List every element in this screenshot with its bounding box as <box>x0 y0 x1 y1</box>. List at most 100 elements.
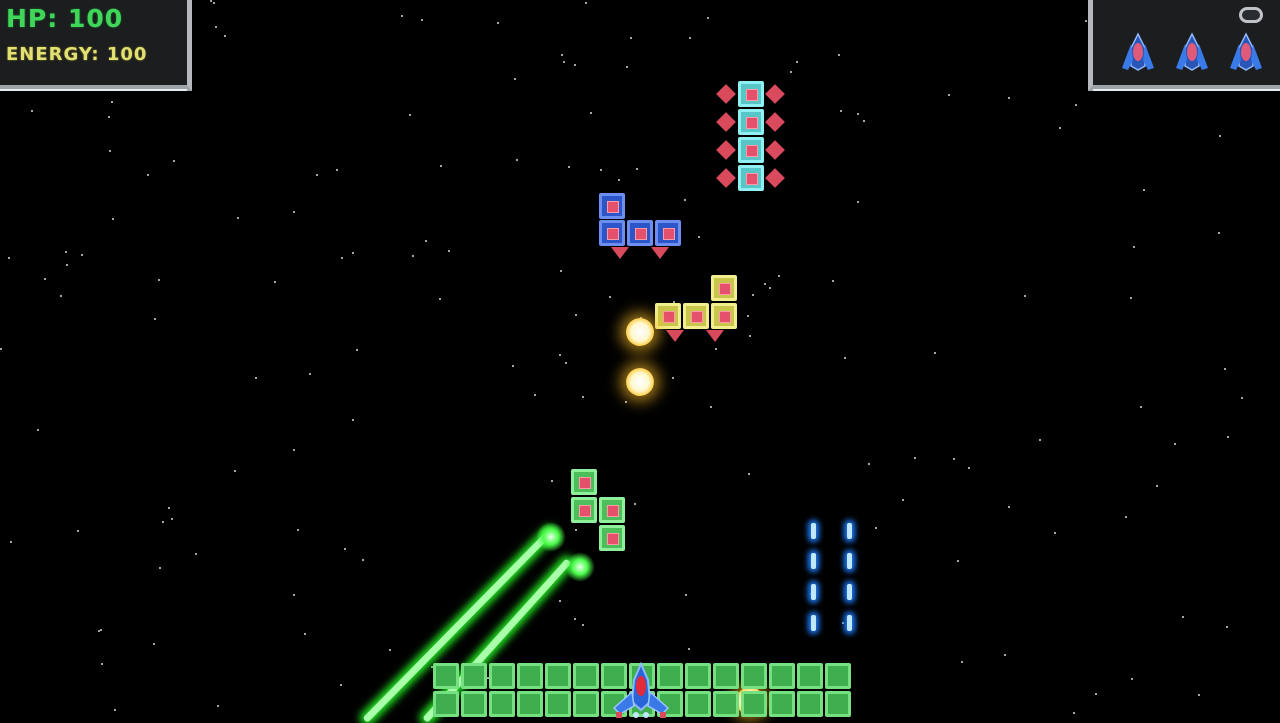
barrier-block <box>741 691 767 717</box>
star <box>401 15 403 17</box>
yellow-enemy-block <box>711 303 737 329</box>
star <box>1227 436 1229 438</box>
barrier-block <box>545 663 571 689</box>
star <box>425 240 427 242</box>
player-bolt <box>811 615 816 631</box>
player-bolt <box>847 584 852 600</box>
star <box>752 294 754 296</box>
status-panel: HP: 100 ENERGY: 100 <box>0 0 192 91</box>
star <box>769 287 771 289</box>
pause-icon[interactable] <box>1239 7 1263 23</box>
star <box>832 280 834 282</box>
star <box>77 530 79 532</box>
star <box>173 160 175 162</box>
star <box>1008 506 1010 508</box>
cyan-enemy-block <box>738 81 764 107</box>
star <box>1131 678 1133 680</box>
star <box>618 179 620 181</box>
barrier-block <box>433 691 459 717</box>
star <box>582 624 584 626</box>
star <box>796 61 798 63</box>
star <box>625 401 627 403</box>
star <box>98 630 100 632</box>
starfield-background <box>0 0 1280 720</box>
star <box>563 61 565 63</box>
star <box>440 165 442 167</box>
star <box>857 201 859 203</box>
hp-readout: HP: 100 <box>6 4 123 33</box>
star <box>1140 406 1142 408</box>
star <box>778 275 780 277</box>
star <box>1125 516 1127 518</box>
hp-label: HP: <box>6 4 59 33</box>
star <box>336 169 338 171</box>
star <box>574 618 576 620</box>
star <box>844 357 846 359</box>
star <box>237 217 239 219</box>
star <box>688 648 690 650</box>
star <box>1156 485 1158 487</box>
star <box>1174 443 1176 445</box>
star <box>842 622 844 624</box>
star <box>961 661 963 663</box>
player-bolt <box>847 615 852 631</box>
yellow-enemy-block <box>683 303 709 329</box>
star <box>1059 127 1061 129</box>
star <box>215 26 217 28</box>
star <box>1075 104 1077 106</box>
green-enemy-block <box>599 525 625 551</box>
barrier-block <box>769 691 795 717</box>
star <box>1198 694 1200 696</box>
star <box>1004 654 1006 656</box>
yellow-enemy-block <box>655 303 681 329</box>
star <box>689 37 691 39</box>
cyan-enemy-block <box>738 137 764 163</box>
star <box>316 174 318 176</box>
hp-value: 100 <box>67 4 124 33</box>
star <box>389 649 391 651</box>
enemy-bullet <box>626 318 654 346</box>
barrier-block <box>489 691 515 717</box>
enemy-spike <box>651 247 669 259</box>
star <box>8 257 10 259</box>
star <box>747 315 749 317</box>
star <box>1224 368 1226 370</box>
star <box>1130 297 1132 299</box>
barrier-block <box>741 663 767 689</box>
barrier-block <box>517 691 543 717</box>
star <box>31 110 33 112</box>
star <box>100 629 102 631</box>
star <box>224 35 226 37</box>
star <box>159 567 161 569</box>
star <box>111 101 113 103</box>
star <box>274 281 276 283</box>
barrier-block <box>685 691 711 717</box>
barrier-block <box>713 663 739 689</box>
star <box>685 594 687 596</box>
star <box>1039 439 1041 441</box>
player-bolt <box>811 523 816 539</box>
star <box>684 199 686 201</box>
star <box>516 159 518 161</box>
star <box>914 457 916 459</box>
star <box>1241 397 1243 399</box>
energy-label: ENERGY: <box>6 44 100 65</box>
star <box>1054 532 1056 534</box>
star <box>1143 189 1145 191</box>
star <box>559 600 561 602</box>
barrier-block <box>797 691 823 717</box>
blue-enemy-block <box>655 220 681 246</box>
barrier-block <box>573 663 599 689</box>
star <box>968 467 970 469</box>
yellow-enemy-block <box>711 275 737 301</box>
star <box>293 211 295 213</box>
blue-enemy-block <box>599 220 625 246</box>
star <box>868 463 870 465</box>
enemy-spike <box>706 330 724 342</box>
star <box>109 150 111 152</box>
star <box>356 349 358 351</box>
star <box>1085 20 1087 22</box>
star <box>863 120 865 122</box>
star <box>234 470 236 472</box>
star <box>840 110 842 112</box>
